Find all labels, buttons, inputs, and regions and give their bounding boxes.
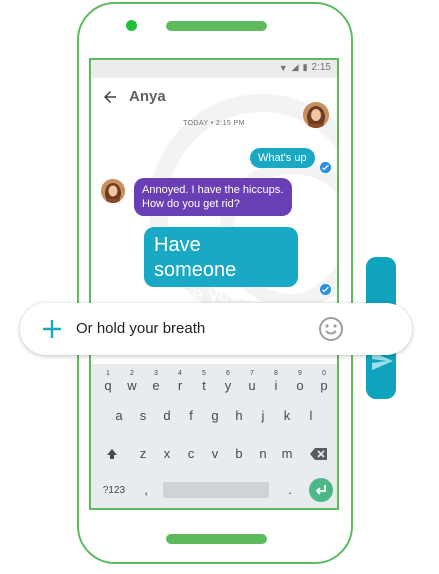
key-hint: 4	[178, 370, 182, 377]
keyboard: 1 q 2 w 3 e 4 r 5 t 6 y 7 u 8 i 9 o 0 p …	[91, 364, 337, 508]
status-bar: ▼ ◢ ▮ 2:15	[91, 60, 337, 78]
key-hint: 0	[322, 370, 326, 377]
key-p[interactable]: p	[315, 378, 333, 393]
key-hint: 7	[250, 370, 254, 377]
phone-screen: ▼ ◢ ▮ 2:15 Anya TODAY • 2:15 PM What's u…	[89, 58, 339, 510]
key-m[interactable]: m	[278, 446, 296, 461]
period-key[interactable]: .	[281, 482, 299, 497]
battery-icon: ▮	[302, 62, 308, 72]
enter-icon[interactable]	[309, 478, 333, 502]
contact-name[interactable]: Anya	[129, 88, 166, 105]
sender-avatar-image	[101, 179, 125, 203]
emoji-icon[interactable]	[318, 316, 344, 342]
wifi-icon: ▼	[278, 62, 288, 73]
read-receipt-icon	[320, 162, 331, 173]
key-c[interactable]: c	[182, 446, 200, 461]
speaker-bar	[166, 21, 267, 31]
shift-icon[interactable]	[105, 447, 119, 461]
key-u[interactable]: u	[243, 378, 261, 393]
key-h[interactable]: h	[230, 408, 248, 423]
key-j[interactable]: j	[254, 408, 272, 423]
key-r[interactable]: r	[171, 378, 189, 393]
key-t[interactable]: t	[195, 378, 213, 393]
key-hint: 8	[274, 370, 278, 377]
compose-bar: Or hold your breath	[20, 303, 412, 355]
key-s[interactable]: s	[134, 408, 152, 423]
key-q[interactable]: q	[99, 378, 117, 393]
message-incoming[interactable]: Annoyed. I have the hiccups. How do you …	[134, 178, 292, 216]
key-hint: 9	[298, 370, 302, 377]
compose-input[interactable]: Or hold your breath	[76, 320, 205, 337]
status-icons: ▼ ◢ ▮ 2:15	[279, 62, 331, 73]
message-text: Have someone scare you	[154, 234, 241, 306]
key-hint: 6	[226, 370, 230, 377]
message-outgoing-large[interactable]: Have someone scare you	[144, 227, 298, 306]
home-indicator	[166, 534, 267, 544]
key-k[interactable]: k	[278, 408, 296, 423]
key-w[interactable]: w	[123, 378, 141, 393]
key-g[interactable]: g	[206, 408, 224, 423]
message-outgoing[interactable]: What's up	[250, 148, 315, 168]
read-receipt-icon	[320, 284, 331, 295]
key-e[interactable]: e	[147, 378, 165, 393]
key-hint: 2	[130, 370, 134, 377]
sender-avatar	[101, 179, 125, 203]
message-text: What's up	[258, 152, 307, 164]
key-f[interactable]: f	[182, 408, 200, 423]
key-v[interactable]: v	[206, 446, 224, 461]
backspace-icon[interactable]	[310, 447, 328, 461]
key-hint: 1	[106, 370, 110, 377]
comma-key[interactable]: ,	[137, 482, 155, 497]
space-key[interactable]	[163, 482, 269, 498]
key-i[interactable]: i	[267, 378, 285, 393]
key-n[interactable]: n	[254, 446, 272, 461]
key-z[interactable]: z	[134, 446, 152, 461]
key-a[interactable]: a	[110, 408, 128, 423]
key-o[interactable]: o	[291, 378, 309, 393]
plus-icon[interactable]	[40, 317, 64, 341]
timestamp-divider: TODAY • 2:15 PM	[183, 120, 245, 127]
signal-icon: ◢	[291, 62, 299, 72]
camera-dot	[126, 20, 137, 31]
key-l[interactable]: l	[302, 408, 320, 423]
status-time: 2:15	[311, 62, 331, 73]
key-x[interactable]: x	[158, 446, 176, 461]
key-d[interactable]: d	[158, 408, 176, 423]
key-b[interactable]: b	[230, 446, 248, 461]
message-text: Annoyed. I have the hiccups. How do you …	[142, 184, 284, 210]
key-hint: 5	[202, 370, 206, 377]
arrow-back-icon[interactable]	[101, 88, 119, 106]
key-y[interactable]: y	[219, 378, 237, 393]
conversation-toolbar: Anya	[91, 78, 337, 128]
key-hint: 3	[154, 370, 158, 377]
symbols-key[interactable]: ?123	[101, 485, 127, 496]
